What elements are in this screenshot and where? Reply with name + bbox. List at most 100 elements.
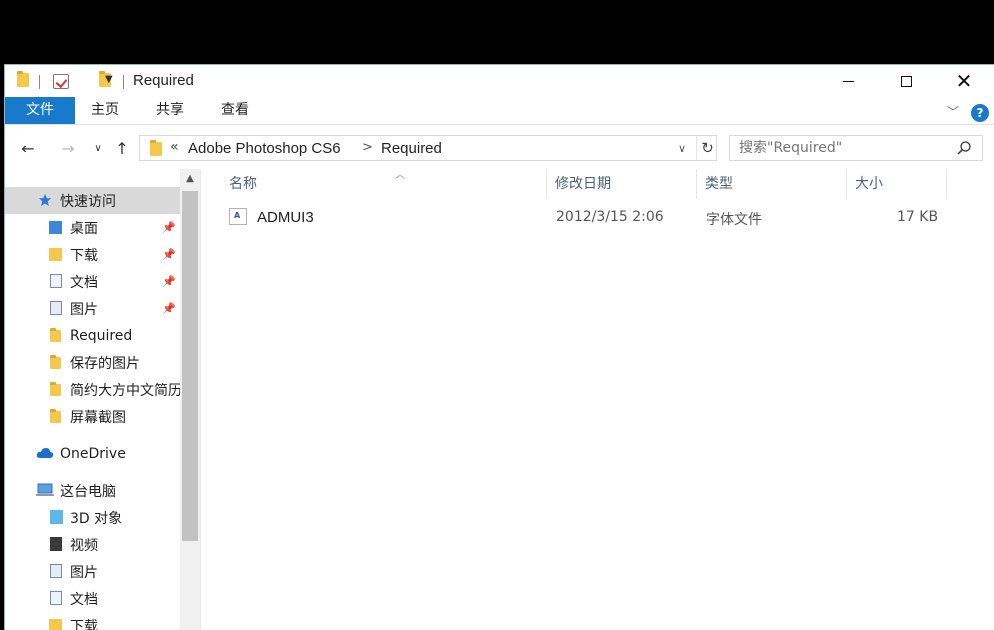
- recent-locations-button[interactable]: ∨: [85, 135, 111, 161]
- navigation-pane: 快速访问 桌面 📌 下载 📌 文档 📌 图片 📌 Required 保存的图片 …: [5, 169, 200, 630]
- downloads-icon: [49, 619, 62, 630]
- computer-icon: [36, 483, 54, 496]
- back-arrow-icon: ←: [21, 138, 35, 158]
- pin-icon[interactable]: 📌: [162, 221, 176, 234]
- address-segment-parent[interactable]: Adobe Photoshop CS6: [188, 140, 341, 157]
- pin-icon[interactable]: 📌: [162, 302, 176, 315]
- pictures-icon: [50, 301, 62, 315]
- file-list: 名称 ︿ 修改日期 类型 大小 ADMUI3 2012/3/15 2:06 字体…: [201, 169, 994, 630]
- nav-item-documents[interactable]: 文档 📌: [5, 268, 180, 295]
- search-icon[interactable]: [956, 140, 972, 156]
- properties-check-icon[interactable]: [53, 74, 69, 89]
- close-button[interactable]: ✕: [935, 65, 993, 97]
- nav-item-screenshots[interactable]: 屏幕截图: [5, 403, 180, 430]
- up-button[interactable]: ↑: [109, 135, 135, 161]
- help-icon[interactable]: ?: [971, 104, 989, 122]
- folder-icon: [17, 71, 29, 87]
- nav-this-pc-label: 这台电脑: [60, 483, 116, 500]
- close-icon: ✕: [955, 69, 973, 93]
- column-header-name[interactable]: 名称 ︿: [221, 169, 547, 199]
- desktop-top-strip: [0, 0, 994, 60]
- nav-item-desktop[interactable]: 桌面 📌: [5, 214, 180, 241]
- column-header-size[interactable]: 大小: [847, 169, 947, 199]
- table-row[interactable]: ADMUI3 2012/3/15 2:06 字体文件 17 KB: [221, 203, 981, 233]
- tab-view[interactable]: 查看: [206, 97, 264, 124]
- film-icon: [50, 537, 62, 551]
- cube-icon: [50, 510, 63, 524]
- title-separator-2: [123, 75, 124, 89]
- address-overflow-chevron[interactable]: «: [170, 139, 179, 155]
- nav-item-label: 屏幕截图: [70, 409, 126, 426]
- quick-access-dropdown-icon[interactable]: ▼: [105, 74, 113, 85]
- ribbon-tabs: 文件 主页 共享 查看 ﹀: [5, 97, 994, 125]
- nav-item-saved-pictures[interactable]: 保存的图片: [5, 349, 180, 376]
- search-input[interactable]: [730, 136, 950, 160]
- nav-item-pc-pictures[interactable]: 图片: [5, 558, 180, 585]
- title-bar: ▼ Required ✕: [5, 65, 994, 97]
- nav-item-pc-downloads[interactable]: 下载: [5, 612, 180, 630]
- column-header-label: 修改日期: [555, 176, 611, 192]
- chevron-down-icon: ∨: [94, 142, 102, 154]
- nav-onedrive-label: OneDrive: [60, 445, 126, 462]
- ribbon-expand-chevron-icon[interactable]: ﹀: [947, 103, 959, 120]
- nav-item-3d-objects[interactable]: 3D 对象: [5, 504, 180, 531]
- tab-home[interactable]: 主页: [76, 97, 134, 124]
- refresh-button[interactable]: ↻: [696, 136, 718, 160]
- scrollbar-thumb[interactable]: [182, 191, 198, 541]
- navigation-pane-scrollbar[interactable]: ▲: [180, 169, 200, 630]
- nav-item-pictures[interactable]: 图片 📌: [5, 295, 180, 322]
- nav-item-label: 下载: [70, 618, 98, 630]
- nav-item-downloads[interactable]: 下载 📌: [5, 241, 180, 268]
- nav-quick-access[interactable]: 快速访问: [5, 187, 180, 214]
- font-file-icon: [229, 208, 247, 225]
- title-separator: [39, 75, 40, 89]
- file-name: ADMUI3: [257, 209, 314, 226]
- sort-ascending-icon: ︿: [395, 170, 405, 181]
- column-header-label: 大小: [855, 176, 883, 192]
- back-button[interactable]: ←: [15, 135, 41, 161]
- cloud-icon: [36, 448, 54, 458]
- column-header-label: 类型: [705, 176, 733, 192]
- nav-item-label: 下载: [70, 247, 98, 264]
- window-title: Required: [133, 72, 194, 89]
- star-icon: [38, 193, 52, 207]
- desktop-icon: [49, 221, 62, 234]
- nav-item-required[interactable]: Required: [5, 322, 180, 349]
- pin-icon[interactable]: 📌: [162, 275, 176, 288]
- address-bar[interactable]: « Adobe Photoshop CS6 > Required ∨ ↻: [139, 135, 717, 161]
- nav-item-label: 文档: [70, 591, 98, 608]
- nav-item-label: 桌面: [70, 220, 98, 237]
- nav-this-pc[interactable]: 这台电脑: [5, 477, 180, 504]
- pin-icon[interactable]: 📌: [162, 248, 176, 261]
- nav-item-label: 图片: [70, 301, 98, 318]
- minimize-button[interactable]: [819, 65, 877, 97]
- tab-share[interactable]: 共享: [141, 97, 199, 124]
- address-separator-arrow-icon[interactable]: >: [362, 140, 373, 155]
- folder-icon: [50, 355, 61, 369]
- nav-item-label: 简约大方中文简历: [70, 382, 180, 399]
- search-box[interactable]: [729, 135, 983, 161]
- navigation-bar: ← → ∨ ↑ « Adobe Photoshop CS6 > Required…: [5, 131, 994, 165]
- scroll-up-icon[interactable]: ▲: [180, 169, 200, 189]
- column-header-type[interactable]: 类型: [697, 169, 847, 199]
- nav-onedrive[interactable]: OneDrive: [5, 440, 180, 467]
- nav-item-label: 文档: [70, 274, 98, 291]
- nav-item-label: Required: [70, 327, 133, 344]
- file-size: 17 KB: [897, 209, 939, 225]
- nav-item-videos[interactable]: 视频: [5, 531, 180, 558]
- file-type: 字体文件: [706, 212, 762, 228]
- pictures-icon: [50, 564, 62, 578]
- nav-item-pc-documents[interactable]: 文档: [5, 585, 180, 612]
- address-segment-current[interactable]: Required: [381, 140, 442, 157]
- nav-item-resume[interactable]: 简约大方中文简历: [5, 376, 180, 403]
- nav-item-label: 保存的图片: [70, 355, 140, 372]
- column-header-modified[interactable]: 修改日期: [547, 169, 697, 199]
- nav-item-label: 图片: [70, 564, 98, 581]
- minimize-icon: [842, 80, 854, 82]
- column-header-label: 名称: [229, 176, 257, 192]
- forward-button[interactable]: →: [55, 135, 81, 161]
- address-dropdown-icon[interactable]: ∨: [678, 142, 686, 155]
- nav-item-label: 3D 对象: [70, 510, 123, 527]
- maximize-button[interactable]: [877, 65, 935, 97]
- tab-file[interactable]: 文件: [5, 97, 75, 124]
